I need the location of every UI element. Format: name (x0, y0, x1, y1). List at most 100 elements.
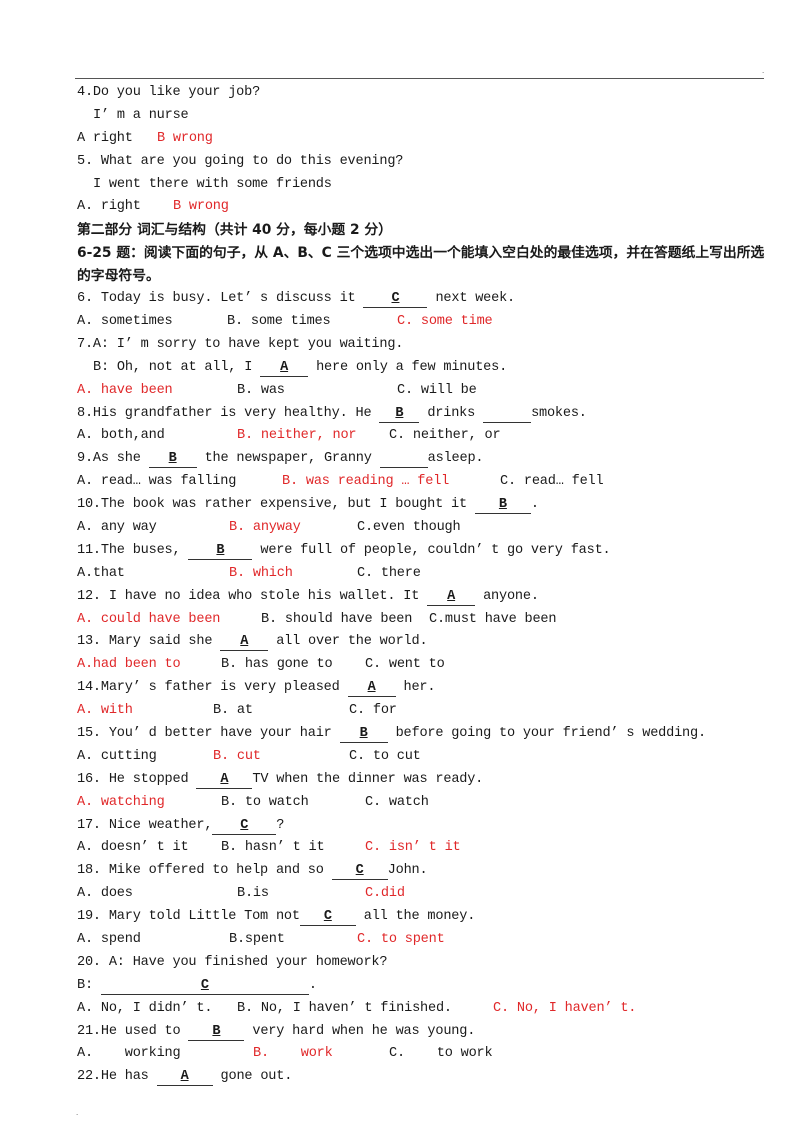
question-text: 7.A: I’ m sorry to have kept you waiting… (77, 336, 404, 352)
option[interactable]: A. cutting (77, 746, 213, 769)
option[interactable]: C. will be (397, 380, 477, 403)
question-4-options: A right B wrong (77, 128, 767, 151)
page-corner-mark: . (76, 1108, 79, 1117)
question-text: B: (77, 977, 101, 993)
option-correct[interactable]: A. watching (77, 792, 221, 815)
answer-blank[interactable]: A (260, 359, 309, 377)
answer-blank[interactable]: B (379, 405, 420, 423)
option-correct[interactable]: A.had been to (77, 654, 221, 677)
option[interactable]: A.that (77, 563, 229, 586)
section-instruction: 6-25 题：阅读下面的句子，从 A、B、C 三个选项中选出一个能填入空白处的最… (77, 245, 765, 285)
answer-letter: A (280, 359, 289, 375)
option-correct[interactable]: A. have been (77, 380, 237, 403)
question-text: ? (276, 817, 285, 833)
options-row: A. read… was falling B. was reading … fel… (77, 471, 767, 494)
question-dialogue-line: B: C. (77, 975, 767, 998)
answer-blank[interactable]: A (220, 634, 269, 652)
option[interactable]: C. neither, or (389, 425, 501, 448)
option[interactable]: A. read… was falling (77, 471, 282, 494)
option-correct[interactable]: C.did (365, 883, 405, 906)
option[interactable]: C. read… fell (500, 471, 604, 494)
option[interactable]: B.is (237, 883, 365, 906)
question-text: 20. A: Have you finished your homework? (77, 954, 388, 970)
option[interactable]: B. No, I haven’ t finished. (237, 998, 493, 1021)
option[interactable]: A. spend (77, 929, 229, 952)
answer-letter: B (359, 725, 368, 741)
option[interactable]: B. to watch (221, 792, 365, 815)
option[interactable]: C. to cut (349, 746, 421, 769)
exam-document: 4.Do you like your job? I’ m a nurse A r… (77, 82, 767, 1089)
options-row: A. spend B.spent C. to spent (77, 929, 767, 952)
option-correct[interactable]: B. was reading … fell (282, 471, 500, 494)
question-5-options: A. right B wrong (77, 196, 767, 219)
option-correct[interactable]: C. some time (397, 311, 493, 334)
option[interactable]: A. both,and (77, 425, 237, 448)
option[interactable]: A. working (77, 1043, 253, 1066)
option-correct[interactable]: C. isn’ t it (365, 837, 461, 860)
header-rule (75, 78, 764, 79)
option-correct[interactable]: B. which (229, 563, 357, 586)
question-text: all over the world. (268, 634, 428, 650)
answer-letter: C (355, 863, 364, 879)
answer-letter: B (395, 405, 404, 421)
second-blank[interactable] (483, 406, 532, 423)
option[interactable]: C.even though (357, 517, 461, 540)
answer-blank[interactable]: B (148, 451, 197, 469)
question-text: were full of people, couldn’ t go very f… (252, 542, 611, 558)
answer-blank[interactable]: B (188, 1024, 245, 1041)
option[interactable]: C. watch (365, 792, 429, 815)
option[interactable]: A. does (77, 883, 237, 906)
answer-blank[interactable]: B (188, 543, 253, 560)
question-text: 11.The buses, (77, 542, 189, 558)
option[interactable]: A. No, I didn’ t. (77, 998, 237, 1021)
question-text: anyone. (475, 588, 539, 604)
question-text: 13. Mary said she (77, 634, 221, 650)
option-correct[interactable]: C. No, I haven’ t. (493, 998, 636, 1021)
option-correct[interactable]: B. anyway (229, 517, 357, 540)
option[interactable]: B. some times (227, 311, 397, 334)
option[interactable]: B. was (237, 380, 397, 403)
option[interactable]: A. any way (77, 517, 229, 540)
question-stem: 18. Mike offered to help and so C John. (77, 860, 767, 883)
option-correct[interactable]: A. with (77, 700, 213, 723)
option[interactable]: B. at (213, 700, 349, 723)
second-blank[interactable] (379, 451, 428, 469)
options-row: A. could have been B. should have been C.m… (77, 609, 767, 632)
answer-blank[interactable]: C (212, 818, 277, 835)
question-text: 12. I have no idea who stole his wallet.… (77, 588, 428, 604)
answer-blank[interactable]: A (347, 680, 396, 698)
answer-blank[interactable]: A (156, 1069, 213, 1087)
option[interactable]: B. hasn’ t it (221, 837, 365, 860)
question-text: 10.The book was rather expensive, but I … (77, 497, 475, 513)
option[interactable]: A. doesn’ t it (77, 837, 221, 860)
option-correct[interactable]: A. could have been (77, 609, 261, 632)
option[interactable]: B. should have been (261, 609, 429, 632)
option-correct[interactable]: B. work (253, 1043, 389, 1066)
option[interactable]: C. for (349, 700, 397, 723)
option[interactable]: C. there (357, 563, 421, 586)
option[interactable]: C.must have been (429, 609, 557, 632)
answer-blank[interactable]: B (474, 497, 531, 515)
answer-blank[interactable]: C (299, 909, 356, 927)
option-correct[interactable]: C. to spent (357, 929, 445, 952)
option[interactable]: C. to work (389, 1043, 493, 1066)
answer-blank[interactable]: A (427, 589, 476, 606)
question-stem: 22.He has A gone out. (77, 1066, 767, 1089)
option[interactable]: C. went to (365, 654, 445, 677)
question-stem: 14.Mary’ s father is very pleased A her. (77, 677, 767, 700)
option-b-correct: B wrong (157, 130, 213, 146)
option[interactable]: B.spent (229, 929, 357, 952)
answer-blank[interactable]: B (339, 725, 388, 743)
question-stem: 19. Mary told Little Tom not C all the mo… (77, 906, 767, 929)
option-correct[interactable]: B. neither, nor (237, 425, 389, 448)
option-correct[interactable]: B. cut (213, 746, 349, 769)
answer-blank[interactable]: C (100, 978, 309, 995)
option[interactable]: B. has gone to (221, 654, 365, 677)
answer-blank[interactable]: A (196, 772, 253, 789)
answer-blank[interactable]: C (331, 863, 388, 881)
question-stem: 17. Nice weather, C? (77, 815, 767, 838)
question-text: 17. Nice weather, (77, 817, 213, 833)
option[interactable]: A. sometimes (77, 311, 227, 334)
question-text: 16. He stopped (77, 771, 197, 787)
answer-blank[interactable]: C (363, 291, 428, 309)
